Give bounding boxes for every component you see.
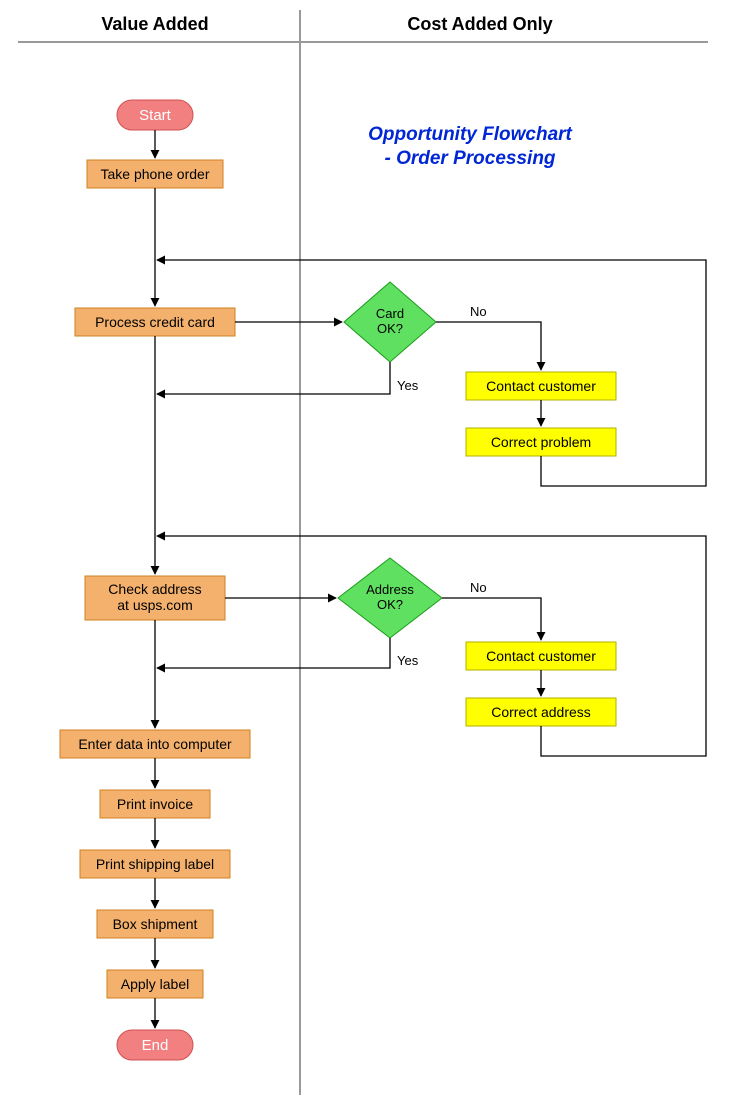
node-take-order: Take phone order — [87, 160, 223, 188]
node-address-ok-l2: OK? — [377, 597, 403, 612]
node-apply-label-label: Apply label — [121, 976, 190, 992]
node-contact-customer-card: Contact customer — [466, 372, 616, 400]
node-check-address-l2: at usps.com — [117, 597, 192, 613]
edge-addrok-yes — [157, 638, 390, 668]
header-right: Cost Added Only — [407, 14, 552, 34]
header-left: Value Added — [101, 14, 208, 34]
node-apply-label: Apply label — [107, 970, 203, 998]
node-card-ok-label1: Card — [376, 306, 404, 321]
edge-cardok-no — [436, 322, 541, 370]
node-start: Start — [117, 100, 193, 130]
node-correct-problem-label: Correct problem — [491, 434, 591, 450]
label-cardok-no: No — [470, 304, 487, 319]
edge-correct-address-feedback — [157, 536, 706, 756]
node-print-invoice: Print invoice — [100, 790, 210, 818]
node-contact-customer-addr-label: Contact customer — [486, 648, 596, 664]
label-cardok-yes: Yes — [397, 378, 419, 393]
node-end: End — [117, 1030, 193, 1060]
node-end-label: End — [142, 1037, 169, 1054]
node-card-ok-label2: OK? — [377, 321, 403, 336]
node-check-address: Check address at usps.com — [85, 576, 225, 620]
node-check-address-l1: Check address — [108, 581, 201, 597]
node-contact-customer-card-label: Contact customer — [486, 378, 596, 394]
edge-cardok-yes — [157, 362, 390, 394]
node-process-card-label: Process credit card — [95, 314, 215, 330]
node-card-ok: Card OK? — [344, 282, 436, 362]
node-contact-customer-addr: Contact customer — [466, 642, 616, 670]
node-print-label-label: Print shipping label — [96, 856, 214, 872]
node-enter-data-label: Enter data into computer — [78, 736, 232, 752]
node-address-ok: Address OK? — [338, 558, 442, 638]
edge-correct-problem-feedback — [157, 260, 706, 486]
node-address-ok-l1: Address — [366, 582, 414, 597]
label-addrok-no: No — [470, 580, 487, 595]
node-box-label: Box shipment — [113, 916, 198, 932]
node-correct-address: Correct address — [466, 698, 616, 726]
node-print-label: Print shipping label — [80, 850, 230, 878]
node-start-label: Start — [139, 107, 172, 124]
node-box: Box shipment — [97, 910, 213, 938]
edge-addrok-no — [442, 598, 541, 640]
node-enter-data: Enter data into computer — [60, 730, 250, 758]
node-take-order-label: Take phone order — [101, 166, 210, 182]
chart-title-line1: Opportunity Flowchart — [368, 124, 572, 145]
flowchart-canvas: Value Added Cost Added Only Opportunity … — [0, 0, 737, 1115]
chart-title-line2: - Order Processing — [384, 148, 555, 169]
node-print-invoice-label: Print invoice — [117, 796, 193, 812]
node-correct-problem: Correct problem — [466, 428, 616, 456]
node-process-card: Process credit card — [75, 308, 235, 336]
label-addrok-yes: Yes — [397, 653, 419, 668]
node-correct-address-label: Correct address — [491, 704, 591, 720]
